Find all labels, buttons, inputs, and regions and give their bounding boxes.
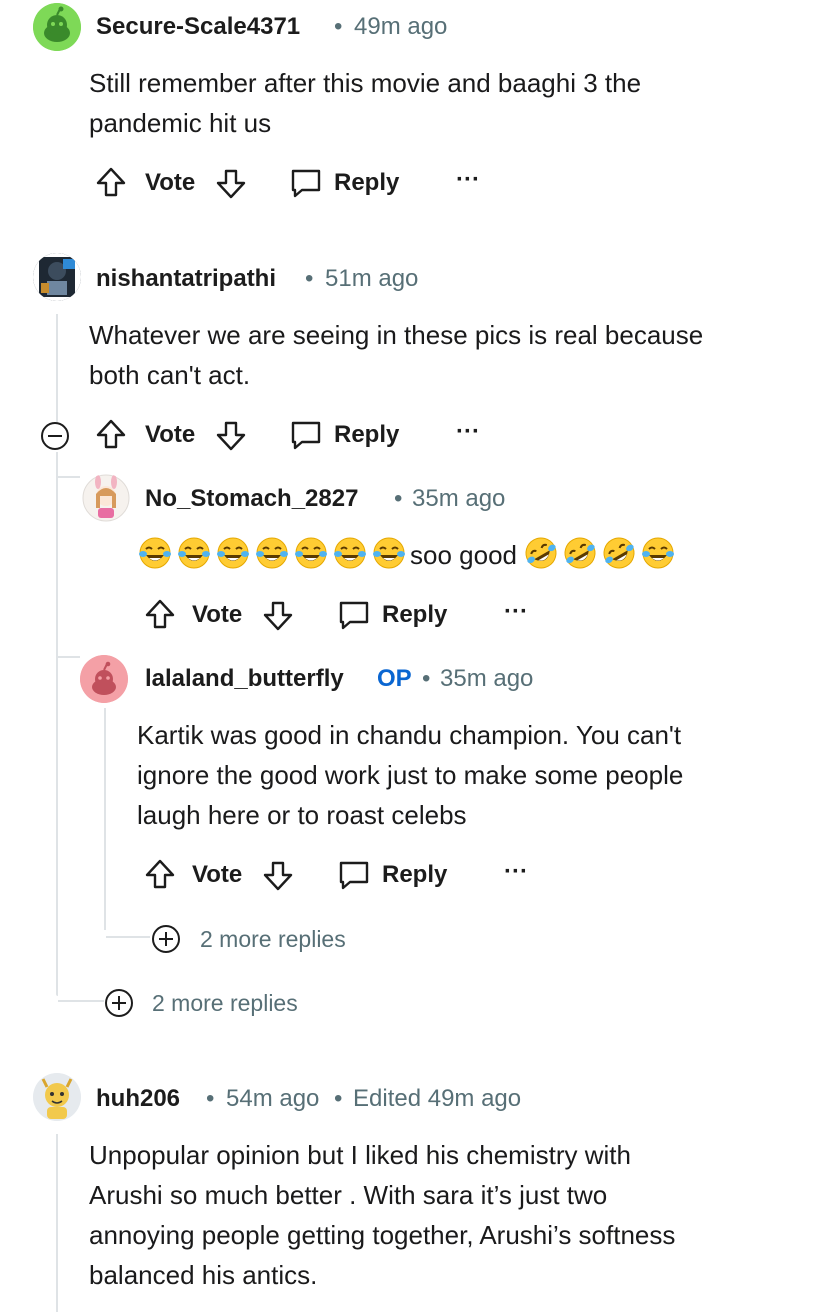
downvote-icon[interactable] [261,599,295,633]
rofl-emoji-icon [564,537,596,569]
comment-username[interactable]: nishantatripathi [96,265,276,293]
comment-line: annoying people getting together, Arushi… [89,1220,676,1250]
vote-label: Vote [145,421,196,448]
snoo-avatar-icon [33,253,81,301]
comment-body: Whatever we are seeing in these pics is … [89,315,789,395]
thread-connector [58,656,80,658]
op-badge: OP [377,665,412,692]
avatar[interactable] [33,1073,81,1121]
laughing-emoji-group [137,537,410,570]
reply-icon[interactable] [288,166,324,200]
avatar[interactable] [82,474,130,522]
snoo-avatar-icon [80,655,128,703]
thread-connector [58,476,80,478]
edited-timestamp: Edited 49m ago [353,1085,522,1112]
snoo-avatar-icon [33,1073,81,1121]
downvote-icon[interactable] [214,167,248,201]
reply-icon[interactable] [336,858,372,892]
upvote-icon[interactable] [143,857,177,891]
thread-connector [106,936,150,938]
thread-line[interactable] [104,708,106,930]
comment-body: Unpopular opinion but I liked his chemis… [89,1135,799,1295]
reply-button[interactable]: Reply [382,861,447,889]
tears-of-joy-emoji-icon [295,537,327,569]
comment-body: Kartik was good in chandu champion. You … [137,715,797,835]
more-options-button[interactable]: ··· [504,858,528,886]
avatar[interactable] [33,3,81,51]
comment-line: laugh here or to roast celebs [137,800,467,830]
meta-separator: • [334,1085,343,1112]
meta-separator: • [422,665,431,692]
expand-replies-icon[interactable] [105,989,133,1017]
comment-line: pandemic hit us [89,108,272,138]
comment-username[interactable]: lalaland_butterfly [145,665,344,693]
reply-icon[interactable] [288,418,324,452]
avatar[interactable] [80,655,128,703]
thread-line[interactable] [56,1134,58,1312]
comment-timestamp: 49m ago [354,13,448,40]
tears-of-joy-emoji-icon [178,537,210,569]
upvote-icon[interactable] [94,165,128,199]
thread-connector [58,1000,104,1002]
comment-line: ignore the good work just to make some p… [137,760,684,790]
upvote-icon[interactable] [94,417,128,451]
comment-line: both can't act. [89,360,251,390]
vote-label: Vote [145,169,196,196]
comment-timestamp: 51m ago [325,265,419,292]
tears-of-joy-emoji-icon [256,537,288,569]
laughing-emoji-group [523,537,679,570]
reply-button[interactable]: Reply [382,601,447,629]
comment-line: balanced his antics. [89,1260,318,1290]
tears-of-joy-emoji-icon [139,537,171,569]
thread-connector [56,982,58,996]
comment-line: Kartik was good in chandu champion. You … [137,720,682,750]
comment-username[interactable]: Secure-Scale4371 [96,13,300,41]
more-options-button[interactable]: ··· [504,598,528,626]
comment-body: soo good [137,535,787,575]
vote-label: Vote [192,861,243,888]
collapse-thread-button[interactable] [41,422,69,450]
meta-separator: • [305,265,314,292]
more-options-button[interactable]: ··· [456,418,480,446]
thread-line[interactable] [56,314,58,422]
reply-button[interactable]: Reply [334,169,399,197]
rofl-emoji-icon [525,537,557,569]
meta-separator: • [334,13,343,40]
downvote-icon[interactable] [214,419,248,453]
thread-line[interactable] [56,452,58,984]
comment-timestamp: 54m ago [226,1085,320,1112]
tears-of-joy-emoji-icon [334,537,366,569]
expand-replies-icon[interactable] [152,925,180,953]
comment-line: Still remember after this movie and baag… [89,68,642,98]
comment-timestamp: 35m ago [412,485,506,512]
tears-of-joy-emoji-icon [373,537,405,569]
comment-line: Unpopular opinion but I liked his chemis… [89,1140,631,1170]
snoo-avatar-icon [33,3,81,51]
downvote-icon[interactable] [261,859,295,893]
avatar[interactable] [33,253,81,301]
vote-label: Vote [192,601,243,628]
reply-icon[interactable] [336,598,372,632]
comment-username[interactable]: No_Stomach_2827 [145,485,358,513]
rofl-emoji-icon [603,537,635,569]
comment-text: soo good [410,540,517,570]
snoo-avatar-icon [82,474,130,522]
comment-timestamp: 35m ago [440,665,534,692]
more-replies-link[interactable]: 2 more replies [200,926,346,953]
tears-of-joy-emoji-icon [217,537,249,569]
more-options-button[interactable]: ··· [456,166,480,194]
reply-button[interactable]: Reply [334,421,399,449]
meta-separator: • [206,1085,215,1112]
comment-line: Whatever we are seeing in these pics is … [89,320,704,350]
comment-body: Still remember after this movie and baag… [89,63,779,143]
comment-line: Arushi so much better . With sara it’s j… [89,1180,608,1210]
tears-of-joy-emoji-icon [641,537,674,569]
meta-separator: • [394,485,403,512]
more-replies-link[interactable]: 2 more replies [152,990,298,1017]
upvote-icon[interactable] [143,597,177,631]
comment-username[interactable]: huh206 [96,1085,180,1113]
